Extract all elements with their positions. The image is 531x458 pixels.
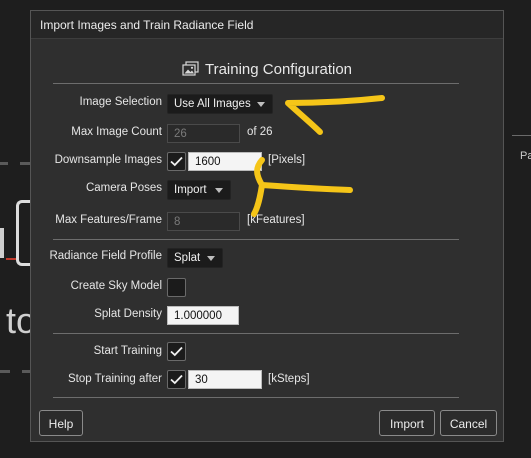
annotation-arrows: [251, 95, 385, 217]
annotation-arrow-camera-poses: [251, 157, 353, 217]
annotation-arrow-image-selection: [285, 95, 385, 135]
annotation-overlay: [251, 95, 385, 217]
